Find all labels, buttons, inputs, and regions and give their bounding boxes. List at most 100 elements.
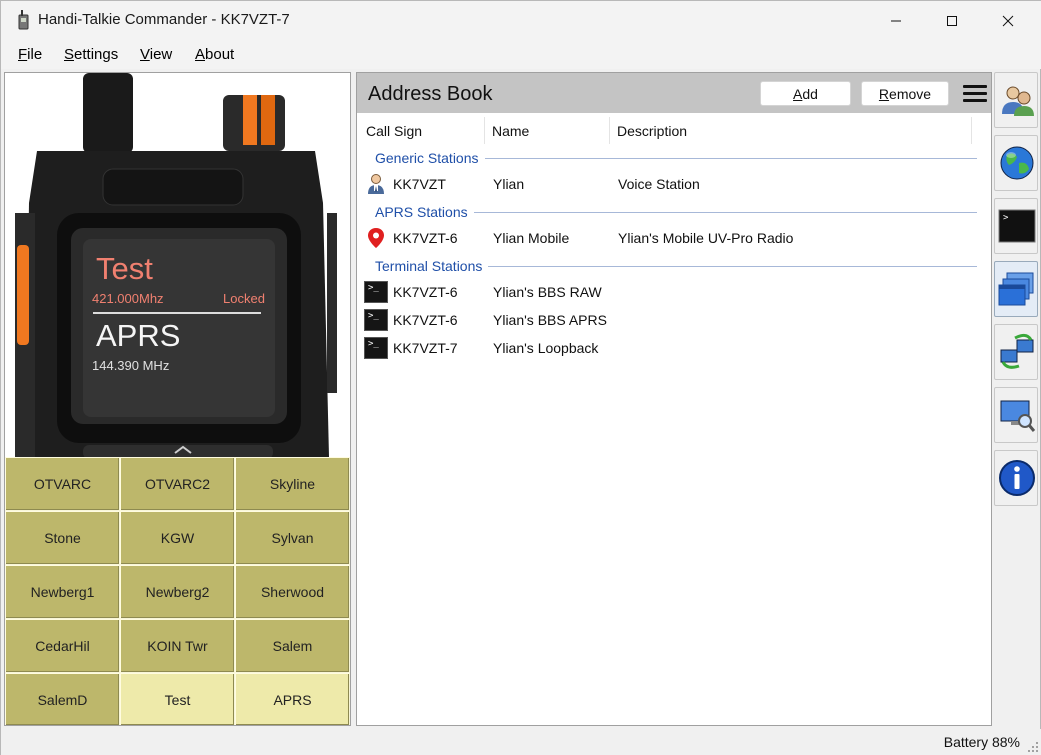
channel-button[interactable]: CedarHil — [5, 619, 120, 673]
channel-button[interactable]: Sherwood — [235, 565, 350, 619]
remove-button[interactable]: Remove — [861, 81, 949, 106]
channel-button[interactable]: Test — [120, 673, 235, 725]
list-item[interactable]: KK7VZT-6 Ylian Mobile Ylian's Mobile UV-Pr… — [357, 225, 991, 251]
channel-button[interactable]: Stone — [5, 511, 120, 565]
windows-icon — [997, 269, 1037, 309]
toolbar-button-monitor-search[interactable] — [994, 387, 1038, 443]
cell-name: Ylian's BBS APRS — [493, 312, 607, 328]
menu-view-accel: V — [140, 46, 150, 63]
toolbar-button-terminal[interactable]: > — [994, 198, 1038, 254]
address-book-header: Address Book Add Remove — [357, 73, 991, 113]
monitor-search-icon — [997, 395, 1037, 435]
menu-view[interactable]: View — [140, 46, 172, 63]
cell-name: Ylian — [493, 176, 525, 192]
radio-image: Test 421.000Mhz Locked APRS 144.390 MHz — [5, 73, 350, 457]
column-headers: Call Sign Name Description — [357, 113, 991, 146]
cell-callsign: KK7VZT-6 — [393, 312, 458, 328]
cell-callsign: KK7VZT-6 — [393, 284, 458, 300]
menu-file-accel: F — [18, 46, 28, 63]
cell-name: Ylian's Loopback — [493, 340, 599, 356]
terminal-icon: > — [997, 206, 1037, 246]
channel-button[interactable]: OTVARC2 — [120, 457, 235, 511]
list-item[interactable]: >_ KK7VZT-6 Ylian's BBS RAW — [357, 279, 991, 305]
list-item[interactable]: >_ KK7VZT-7 Ylian's Loopback — [357, 335, 991, 361]
list-item[interactable]: KK7VZT Ylian Voice Station — [357, 171, 991, 197]
toolbar-button-network-sync[interactable] — [994, 324, 1038, 380]
map-pin-icon — [364, 227, 388, 249]
terminal-prompt: >_ — [368, 311, 379, 321]
add-button-label: dd — [802, 85, 818, 102]
terminal-icon: >_ — [364, 281, 388, 303]
close-button[interactable] — [985, 1, 1031, 41]
title-bar: Handi-Talkie Commander - KK7VZT-7 — [1, 1, 1041, 41]
terminal-icon: >_ — [364, 337, 388, 359]
radio-body-illustration — [5, 73, 350, 457]
channel-grid: OTVARC OTVARC2 Skyline Stone KGW Sylvan Newber… — [5, 457, 350, 725]
column-header-callsign[interactable]: Call Sign — [366, 123, 422, 139]
minimize-button[interactable] — [873, 1, 919, 41]
radio-app-icon — [18, 10, 29, 30]
maximize-icon — [947, 16, 957, 26]
channel-button[interactable]: Salem — [235, 619, 350, 673]
group-header: Generic Stations — [375, 150, 479, 166]
network-sync-icon — [997, 332, 1037, 372]
remove-button-label: emove — [889, 85, 932, 102]
menu-settings[interactable]: Settings — [64, 46, 118, 63]
channel-a-name: Test — [96, 251, 153, 286]
close-icon — [1002, 15, 1014, 27]
channel-a-frequency: 421.000Mhz — [92, 291, 164, 306]
channel-button[interactable]: KOIN Twr — [120, 619, 235, 673]
column-divider[interactable] — [609, 117, 610, 144]
menu-view-label: iew — [149, 46, 173, 63]
battery-status: Battery 88% — [943, 734, 1020, 750]
add-button[interactable]: Add — [760, 81, 851, 106]
right-toolbar: > — [992, 72, 1038, 512]
globe-icon — [997, 143, 1037, 183]
address-book-title: Address Book — [368, 83, 493, 105]
toolbar-button-globe[interactable] — [994, 135, 1038, 191]
channel-button[interactable]: OTVARC — [5, 457, 120, 511]
app-window: Handi-Talkie Commander - KK7VZT-7 File S… — [0, 0, 1041, 755]
column-divider[interactable] — [971, 117, 972, 144]
toolbar-button-contacts[interactable] — [994, 72, 1038, 128]
column-header-name[interactable]: Name — [492, 123, 529, 139]
channel-button[interactable]: Newberg2 — [120, 565, 235, 619]
menu-about-accel: A — [195, 46, 206, 63]
cell-callsign: KK7VZT-6 — [393, 230, 458, 246]
toolbar-button-windows[interactable] — [994, 261, 1038, 317]
resize-grip-icon[interactable] — [1027, 741, 1039, 753]
svg-text:>: > — [1003, 213, 1009, 223]
channel-b-name: APRS — [96, 318, 181, 353]
menu-file[interactable]: File — [18, 46, 42, 63]
maximize-button[interactable] — [929, 1, 975, 41]
column-header-description[interactable]: Description — [617, 123, 687, 139]
minimize-icon — [891, 20, 901, 22]
column-divider[interactable] — [484, 117, 485, 144]
terminal-prompt: >_ — [368, 283, 379, 293]
menu-about[interactable]: About — [195, 46, 234, 63]
cell-name: Ylian Mobile — [493, 230, 570, 246]
status-bar: Battery 88% — [1, 729, 1041, 755]
channel-button[interactable]: SalemD — [5, 673, 120, 725]
terminal-prompt: >_ — [368, 339, 379, 349]
menu-settings-label: ettings — [74, 46, 119, 63]
group-divider — [474, 212, 977, 213]
group-divider — [488, 266, 977, 267]
group-divider — [485, 158, 977, 159]
channel-button[interactable]: Newberg1 — [5, 565, 120, 619]
menu-bar: File Settings View About — [1, 41, 1041, 69]
list-item[interactable]: >_ KK7VZT-6 Ylian's BBS APRS — [357, 307, 991, 333]
menu-about-label: bout — [205, 46, 235, 63]
channel-button[interactable]: KGW — [120, 511, 235, 565]
cell-description: Voice Station — [618, 176, 700, 192]
channel-button[interactable]: Sylvan — [235, 511, 350, 565]
channel-button[interactable]: Skyline — [235, 457, 350, 511]
channel-button[interactable]: APRS — [235, 673, 350, 725]
person-icon — [364, 173, 388, 195]
toolbar-button-info[interactable] — [994, 450, 1038, 506]
hamburger-line — [963, 92, 987, 95]
channel-b-frequency: 144.390 MHz — [92, 358, 170, 373]
menu-file-label: ile — [27, 46, 43, 63]
hamburger-menu-icon[interactable] — [963, 85, 987, 103]
hamburger-line — [963, 99, 987, 102]
